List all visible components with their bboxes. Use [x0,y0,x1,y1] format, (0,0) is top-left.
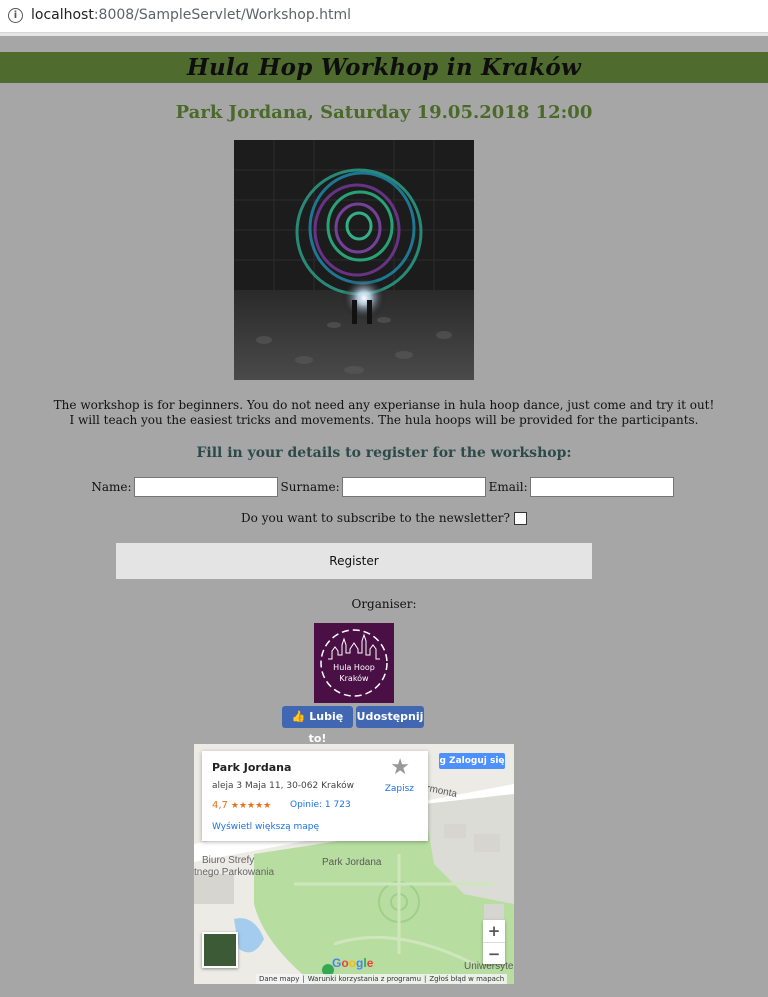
organiser-label: Organiser: [351,597,417,611]
map-terms-link[interactable]: Warunki korzystania z programu [308,975,421,983]
like-label: Lubię to! [308,710,344,745]
registration-form: Name: Surname: Email: [0,477,768,497]
zoom-controls: + − [483,920,505,964]
surname-label: Surname: [280,480,340,494]
page-title: Hula Hop Workhop in Kraków [186,54,582,81]
map-label-biuro-2: tnego Parkowania [194,867,275,878]
place-rating: 4,7 ★★★★★ [212,800,271,811]
thumbs-up-icon: 👍 [291,710,306,723]
url-text[interactable]: localhost:8008/SampleServlet/Workshop.ht… [31,7,351,23]
newsletter-row: Do you want to subscribe to the newslett… [0,511,768,525]
google-map-embed[interactable]: Park Jordana Biuro Strefy tnego Parkowan… [194,744,514,984]
facebook-like-button[interactable]: 👍 Lubię to! [282,706,353,745]
save-star-icon[interactable]: ★ [390,755,410,780]
map-data-link[interactable]: Dane mapy [259,975,299,983]
name-field[interactable] [133,477,278,497]
surname-field[interactable] [341,477,486,497]
login-label: Zaloguj się [449,756,505,766]
url-path: /SampleServlet/Workshop.html [134,7,352,23]
email-field[interactable] [529,477,674,497]
register-button[interactable]: Register [116,543,592,579]
logo-text-line1: Hula Hoop [333,663,375,672]
toolbar-divider [0,33,768,36]
reviews-link[interactable]: Opinie: 1 723 [290,800,351,810]
map-label-biuro-1: Biuro Strefy [202,855,255,866]
register-heading: Fill in your details to register for the… [196,445,572,461]
info-icon[interactable]: i [8,8,23,23]
facebook-share-button[interactable]: Udostępnij [356,706,424,728]
logo-text-line2: Kraków [339,673,369,683]
save-place-link[interactable]: Zapisz [385,784,414,794]
google-logo: Google [332,956,374,970]
google-login-button[interactable]: g Zaloguj się [439,753,505,769]
url-host: localhost [31,7,94,23]
place-name: Park Jordana [212,761,292,774]
zoom-in-button[interactable]: + [483,920,505,942]
newsletter-label: Do you want to subscribe to the newslett… [241,511,510,525]
description-line-2: I will teach you the easiest tricks and … [69,413,699,427]
rating-value: 4,7 [212,800,228,811]
url-port: :8008 [93,7,135,23]
hula-hoop-light-photo [234,140,474,380]
organiser-logo[interactable]: Hula Hoop Kraków [314,623,394,703]
title-banner: Hula Hop Workhop in Kraków [0,52,768,83]
event-subtitle: Park Jordana, Saturday 19.05.2018 12:00 [175,102,593,123]
satellite-toggle[interactable] [202,932,238,968]
workshop-description: The workshop is for beginners. You do no… [0,398,768,428]
larger-map-link[interactable]: Wyświetl większą mapę [212,822,319,832]
map-label-park: Park Jordana [322,857,382,868]
place-info-card: Park Jordana aleja 3 Maja 11, 30-062 Kra… [202,751,428,841]
rating-stars-icon: ★★★★★ [230,801,272,811]
browser-address-bar[interactable]: i localhost:8008/SampleServlet/Workshop.… [0,0,768,33]
email-label: Email: [488,480,528,494]
google-plus-icon: g [439,756,446,766]
newsletter-checkbox[interactable] [513,512,527,525]
zoom-out-button[interactable]: − [483,942,505,965]
description-line-1: The workshop is for beginners. You do no… [53,398,715,412]
map-footer: Dane mapy | Warunki korzystania z programu… [256,974,508,984]
place-address: aleja 3 Maja 11, 30-062 Kraków [212,781,354,791]
map-report-link[interactable]: Zgłoś błąd w mapach [429,975,504,983]
name-label: Name: [91,480,132,494]
